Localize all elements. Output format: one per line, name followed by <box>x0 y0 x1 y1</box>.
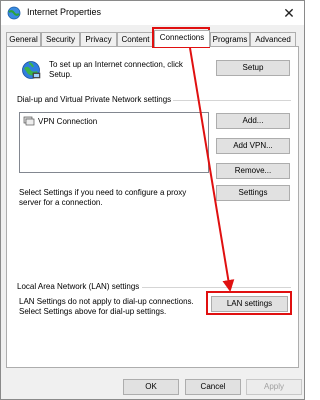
list-item-label: VPN Connection <box>38 116 98 126</box>
vpn-connection-icon <box>23 116 35 126</box>
proxy-text-line2: server for a connection. <box>19 198 103 207</box>
proxy-text-line1: Select Settings if you need to configure… <box>19 188 187 197</box>
dialup-divider <box>167 100 291 101</box>
setup-text-line1: To set up an Internet connection, click <box>49 60 183 69</box>
setup-text-line2: Setup. <box>49 70 73 79</box>
connections-listbox[interactable]: VPN Connection <box>19 112 209 173</box>
settings-button[interactable]: Settings <box>216 185 290 201</box>
add-button[interactable]: Add... <box>216 113 290 129</box>
tab-general[interactable]: General <box>6 32 41 46</box>
tab-connections[interactable]: Connections <box>154 30 210 47</box>
remove-button[interactable]: Remove... <box>216 163 290 179</box>
lan-section-label: Local Area Network (LAN) settings <box>17 282 142 292</box>
setup-button[interactable]: Setup <box>216 60 290 76</box>
apply-button[interactable]: Apply <box>246 379 302 395</box>
tab-advanced[interactable]: Advanced <box>250 32 296 46</box>
tab-programs[interactable]: Programs <box>210 32 250 46</box>
close-icon[interactable]: ✕ <box>278 3 300 23</box>
title-bar: Internet Properties ✕ <box>1 1 304 25</box>
add-vpn-button[interactable]: Add VPN... <box>216 138 290 154</box>
tab-privacy[interactable]: Privacy <box>80 32 117 46</box>
tab-strip: General Security Privacy Content Connect… <box>6 30 301 47</box>
ok-button[interactable]: OK <box>123 379 179 395</box>
list-item[interactable]: VPN Connection <box>23 116 97 126</box>
lan-text-line1: LAN Settings do not apply to dial-up con… <box>19 297 194 306</box>
connections-panel: To set up an Internet connection, click … <box>6 46 299 368</box>
internet-properties-dialog: Internet Properties ✕ General Security P… <box>0 0 305 400</box>
lan-divider <box>142 287 291 288</box>
lan-settings-highlight <box>206 291 292 315</box>
window-title: Internet Properties <box>27 7 102 17</box>
globe-network-icon <box>20 59 42 81</box>
internet-properties-icon <box>7 6 21 20</box>
tab-content[interactable]: Content <box>117 32 154 46</box>
cancel-button[interactable]: Cancel <box>185 379 241 395</box>
lan-text-line2: Select Settings above for dial-up settin… <box>19 307 167 316</box>
tab-security[interactable]: Security <box>41 32 80 46</box>
dialup-section-label: Dial-up and Virtual Private Network sett… <box>17 95 174 105</box>
